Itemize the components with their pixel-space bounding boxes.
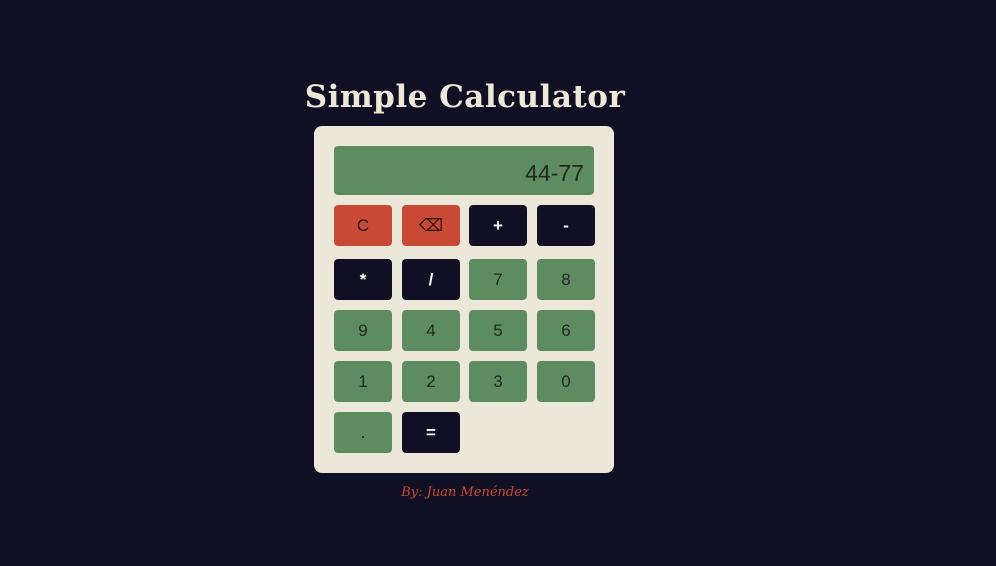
calculator-panel: 44-77 C ⌫ + - * / 7 8 9 4 5 6 1 2 3 0 . … bbox=[314, 126, 614, 473]
digit-0-button[interactable]: 0 bbox=[537, 361, 595, 402]
divide-button[interactable]: / bbox=[402, 259, 460, 300]
equals-button[interactable]: = bbox=[402, 412, 460, 453]
digit-4-button[interactable]: 4 bbox=[402, 310, 460, 351]
digit-5-button[interactable]: 5 bbox=[469, 310, 527, 351]
page-title: Simple Calculator bbox=[304, 79, 626, 115]
minus-button[interactable]: - bbox=[537, 205, 595, 246]
multiply-button[interactable]: * bbox=[334, 259, 392, 300]
digit-3-button[interactable]: 3 bbox=[469, 361, 527, 402]
decimal-button[interactable]: . bbox=[334, 412, 392, 453]
clear-button[interactable]: C bbox=[334, 205, 392, 246]
digit-2-button[interactable]: 2 bbox=[402, 361, 460, 402]
digit-9-button[interactable]: 9 bbox=[334, 310, 392, 351]
digit-6-button[interactable]: 6 bbox=[537, 310, 595, 351]
digit-8-button[interactable]: 8 bbox=[537, 259, 595, 300]
plus-button[interactable]: + bbox=[469, 205, 527, 246]
calculator-display: 44-77 bbox=[334, 146, 594, 195]
digit-7-button[interactable]: 7 bbox=[469, 259, 527, 300]
backspace-button[interactable]: ⌫ bbox=[402, 205, 460, 246]
digit-1-button[interactable]: 1 bbox=[334, 361, 392, 402]
author-credit: By: Juan Menéndez bbox=[401, 485, 529, 500]
